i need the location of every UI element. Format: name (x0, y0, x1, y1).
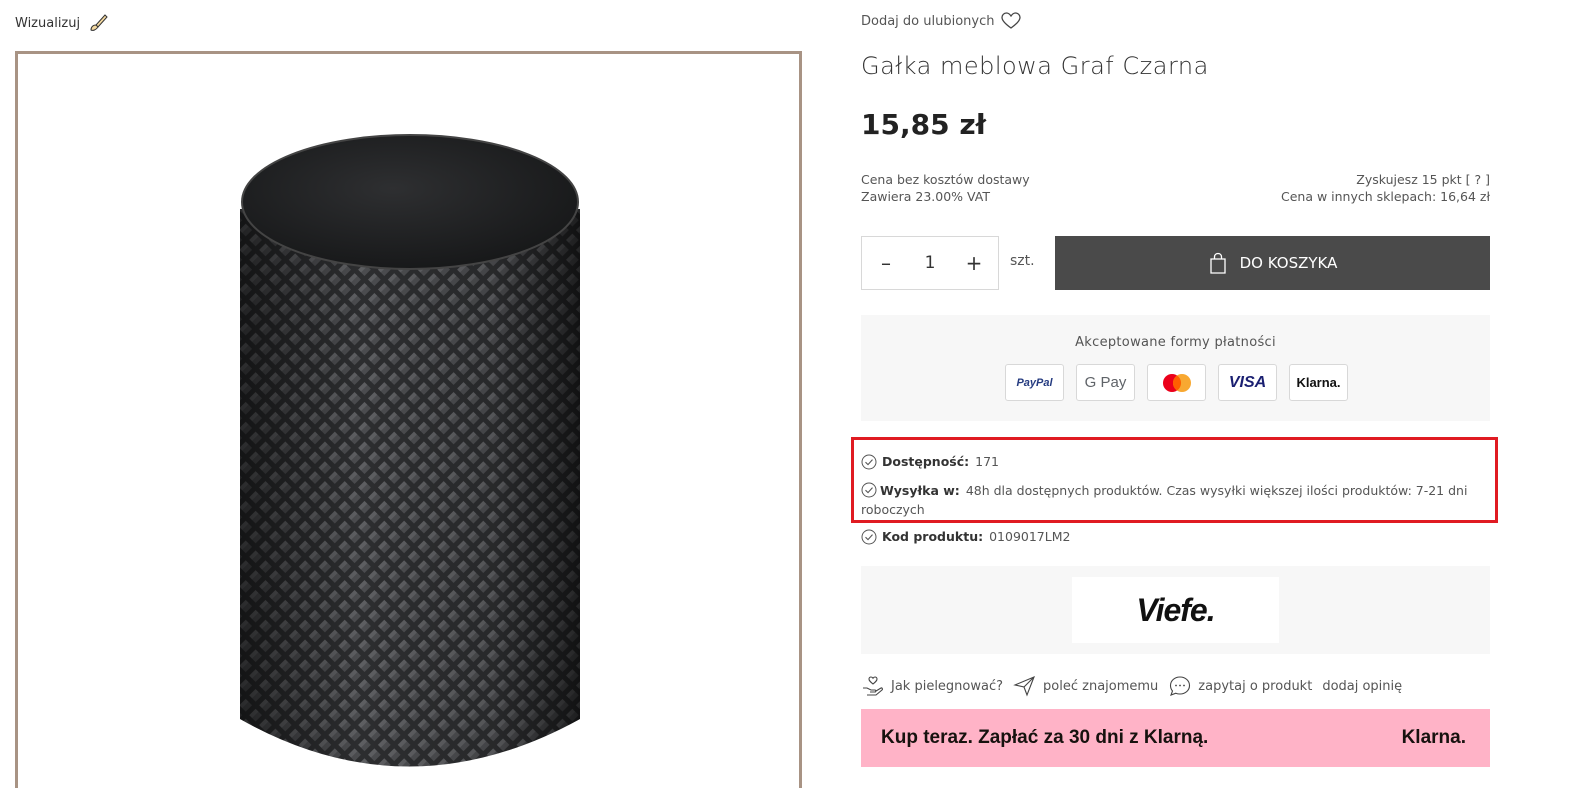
hand-heart-icon (863, 676, 883, 696)
availability-label: Dostępność: (882, 454, 970, 469)
product-image (240, 134, 580, 767)
recommend-label: poleć znajomemu (1043, 678, 1159, 694)
brand-box: Viefe. (861, 566, 1490, 654)
klarna-banner-logo: Klarna. (1401, 727, 1466, 748)
shipping-label: Wysyłka w: (880, 483, 960, 498)
shipping-row: Wysyłka w: 48h dla dostępnych produktów. … (861, 480, 1491, 519)
visualize-label: Wizualizuj (15, 15, 81, 31)
check-circle-icon (861, 454, 877, 470)
ask-label: zapytaj o produkt (1198, 678, 1313, 694)
vat-note: Zawiera 23.00% VAT (861, 189, 990, 204)
check-circle-icon (861, 529, 877, 545)
availability-value: 171 (975, 454, 999, 469)
favorites-label: Dodaj do ulubionych (861, 13, 995, 29)
decrease-quantity-button[interactable]: – (876, 251, 896, 275)
product-code-label: Kod produktu: (882, 529, 984, 544)
paintbrush-icon (90, 14, 108, 31)
loyalty-points[interactable]: Zyskujesz 15 pkt [ ? ] (1281, 171, 1490, 188)
ask-link[interactable]: zapytaj o produkt (1168, 675, 1312, 697)
visa-logo: VISA (1218, 364, 1277, 401)
payment-methods-label: Akceptowane formy płatności (1075, 335, 1276, 350)
klarna-banner[interactable]: Kup teraz. Zapłać za 30 dni z Klarną. Kl… (861, 709, 1490, 767)
care-label: Jak pielegnować? (891, 678, 1004, 694)
recommend-link[interactable]: poleć znajomemu (1013, 675, 1158, 697)
quantity-unit: szt. (1010, 253, 1035, 269)
price-extra: Zyskujesz 15 pkt [ ? ] Cena w innych skl… (1281, 171, 1490, 205)
quantity-input[interactable]: 1 (925, 253, 936, 273)
price-notes: Cena bez kosztów dostawy Zawiera 23.00% … (861, 171, 1030, 205)
other-shops-price: Cena w innych sklepach: 16,64 zł (1280, 189, 1490, 204)
quantity-stepper: – 1 + (861, 236, 999, 290)
product-price: 15,85 zł (861, 108, 987, 141)
google-pay-logo: G Pay (1076, 364, 1135, 401)
product-title: Gałka meblowa Graf Czarna (861, 52, 1209, 80)
mastercard-logo (1147, 364, 1206, 401)
shopping-bag-icon (1209, 252, 1226, 274)
product-code-row: Kod produktu: 0109017LM2 (861, 527, 1491, 546)
heart-icon (1000, 12, 1021, 29)
klarna-logo: Klarna. (1289, 364, 1348, 401)
increase-quantity-button[interactable]: + (964, 251, 984, 275)
product-actions: Jak pielegnować? poleć znajomemu zapytaj… (861, 675, 1412, 697)
shipping-note: Cena bez kosztów dostawy (861, 172, 1030, 187)
product-code-value: 0109017LM2 (989, 529, 1071, 544)
review-label: dodaj opinię (1322, 678, 1403, 694)
availability-row: Dostępność: 171 (861, 452, 1491, 471)
add-to-cart-button[interactable]: DO KOSZYKA (1055, 236, 1490, 290)
product-image-frame[interactable] (15, 51, 802, 788)
chat-bubble-icon (1170, 676, 1191, 696)
care-link[interactable]: Jak pielegnować? (861, 675, 1003, 697)
review-link[interactable]: dodaj opinię (1322, 679, 1402, 694)
visualize-link[interactable]: Wizualizuj (15, 13, 108, 33)
paypal-logo: PayPal (1005, 364, 1064, 401)
klarna-banner-text: Kup teraz. Zapłać za 30 dni z Klarną. (881, 727, 1209, 748)
brand-logo[interactable]: Viefe. (1072, 577, 1279, 643)
payment-methods: Akceptowane formy płatności PayPal G Pay… (861, 315, 1490, 421)
add-to-favorites[interactable]: Dodaj do ulubionych (861, 12, 1021, 30)
paper-plane-icon (1013, 675, 1036, 697)
add-to-cart-label: DO KOSZYKA (1239, 254, 1338, 272)
check-circle-icon (861, 482, 877, 498)
